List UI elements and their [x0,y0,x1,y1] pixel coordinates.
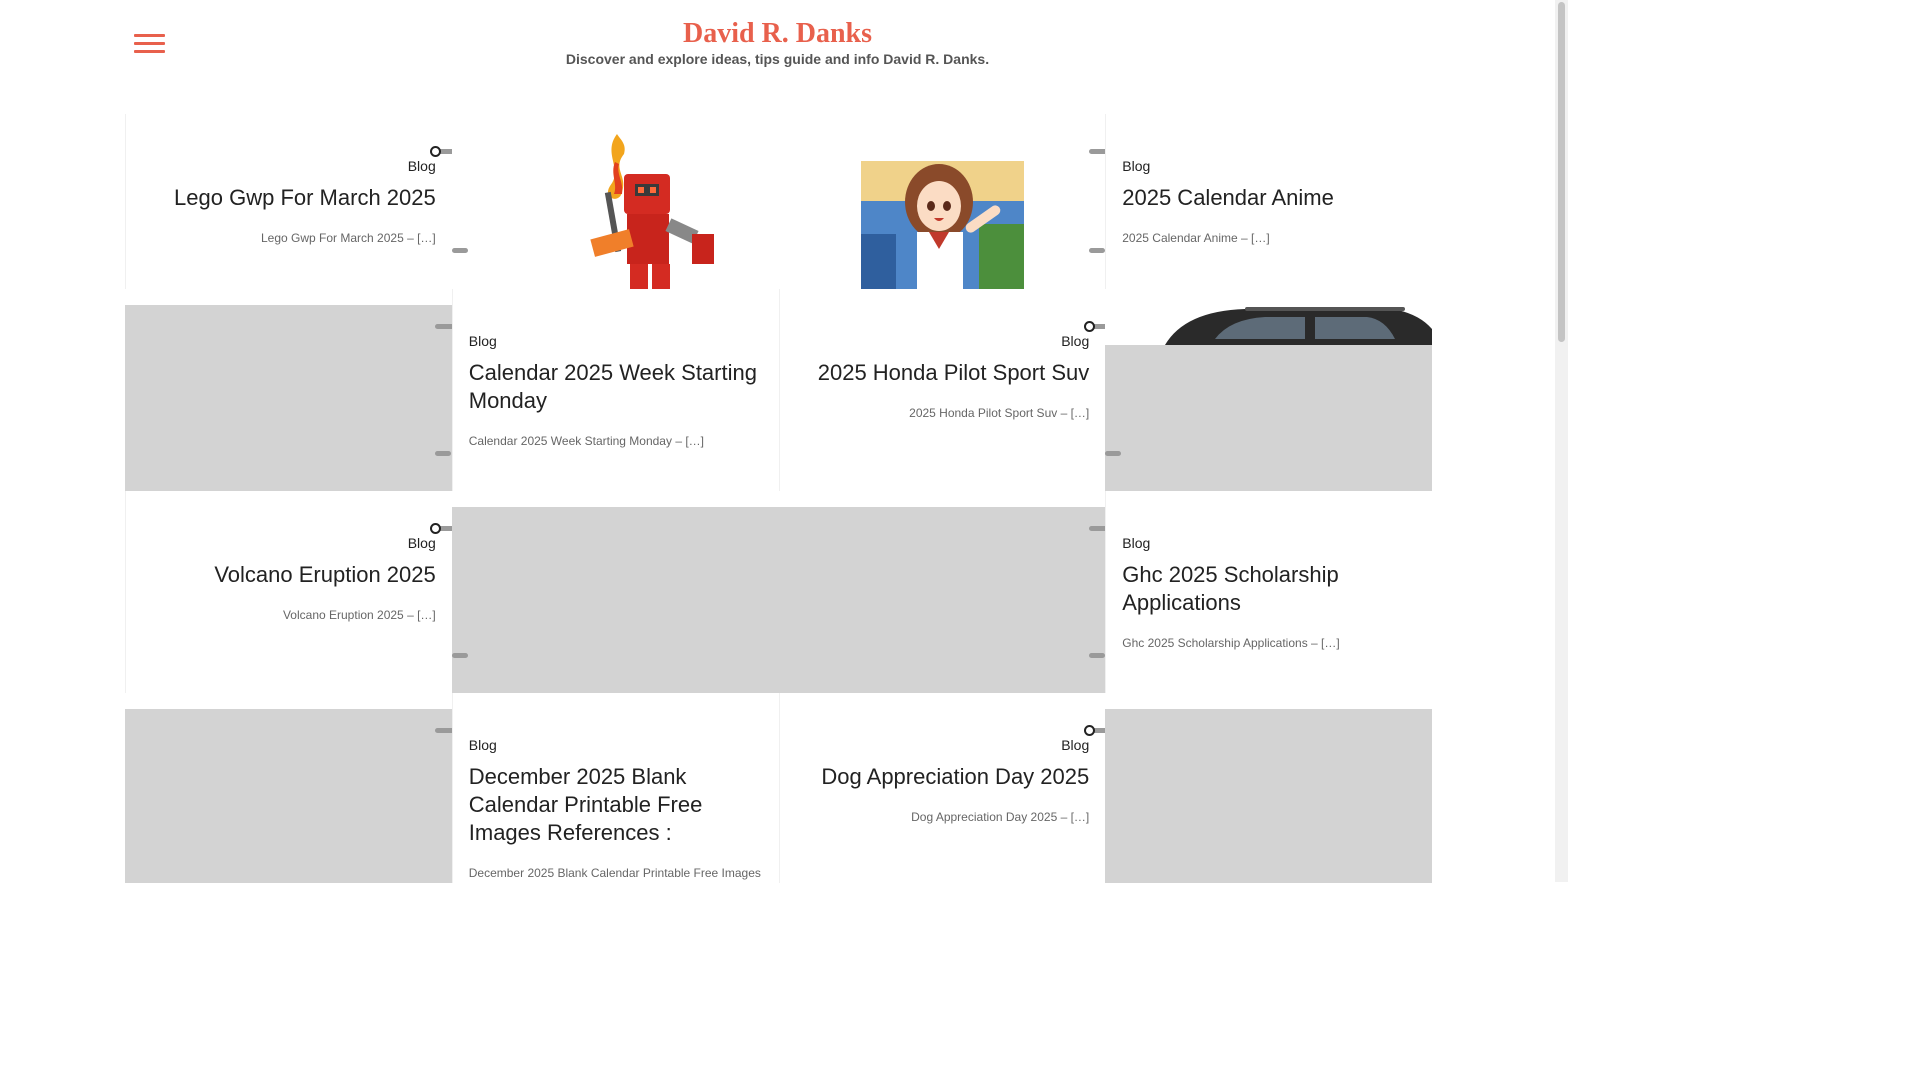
post-category[interactable]: Blog [142,535,436,551]
post-category[interactable]: Blog [1122,535,1416,551]
post-category[interactable]: Blog [1122,158,1416,174]
post-title[interactable]: 2025 Honda Pilot Sport Suv [796,359,1090,387]
post-thumbnail-ghc-scholarship[interactable] [778,491,1106,693]
post-title[interactable]: Dog Appreciation Day 2025 [796,763,1089,791]
post-card-lego-gwp: Blog Lego Gwp For March 2025 Lego Gwp Fo… [125,114,452,289]
post-title[interactable]: Ghc 2025 Scholarship Applications [1122,561,1416,617]
site-title[interactable]: David R. Danks [0,18,1555,50]
post-title[interactable]: Calendar 2025 Week Starting Monday [469,359,763,415]
post-card-calendar-anime: Blog 2025 Calendar Anime 2025 Calendar A… [1105,114,1432,289]
post-category[interactable]: Blog [796,737,1089,753]
post-thumbnail-anime[interactable] [778,114,1106,289]
post-card-ghc-scholarship: Blog Ghc 2025 Scholarship Applications G… [1105,491,1432,693]
post-category[interactable]: Blog [469,737,763,753]
post-card-honda-pilot: Blog 2025 Honda Pilot Sport Suv 2025 Hon… [778,289,1106,491]
post-thumbnail-lego[interactable] [451,114,779,289]
post-category[interactable]: Blog [142,158,436,174]
toggle-control[interactable] [435,321,452,331]
post-excerpt: Volcano Eruption 2025 – […] [282,608,436,622]
scrollbar-thumb[interactable] [1558,2,1565,342]
post-excerpt: 2025 Calendar Anime – […] [1122,231,1270,245]
post-card-december-calendar: Blog December 2025 Blank Calendar Printa… [451,693,779,883]
post-title[interactable]: Volcano Eruption 2025 [142,561,435,589]
post-thumbnail-dog-appreciation[interactable] [1105,693,1432,883]
toggle-control[interactable] [1083,725,1106,736]
post-thumbnail-december-calendar[interactable] [125,693,452,883]
post-category[interactable]: Blog [796,333,1089,349]
toggle-control[interactable] [1088,523,1106,533]
toggle-control[interactable] [430,523,452,534]
suv-car-image [1105,289,1432,491]
post-excerpt: Ghc 2025 Scholarship Applications – […] [1122,636,1340,650]
post-grid: Blog Lego Gwp For March 2025 Lego Gwp Fo… [125,114,1432,883]
toggle-control[interactable] [430,146,452,157]
post-title[interactable]: 2025 Calendar Anime [1122,184,1416,212]
lego-robot-image [451,114,779,289]
anime-girl-image [778,114,1106,289]
post-card-volcano: Blog Volcano Eruption 2025 Volcano Erupt… [125,491,452,693]
toggle-control[interactable] [435,725,452,735]
site-header: David R. Danks Discover and explore idea… [0,0,1555,100]
post-thumbnail-honda-pilot[interactable] [1105,289,1432,491]
post-title[interactable]: December 2025 Blank Calendar Printable F… [469,763,763,847]
post-card-calendar-week: Blog Calendar 2025 Week Starting Monday … [451,289,779,491]
toggle-control[interactable] [1083,321,1106,332]
page-scrollbar[interactable] [1555,0,1568,882]
post-excerpt: 2025 Honda Pilot Sport Suv – […] [909,406,1090,420]
site-tagline: Discover and explore ideas, tips guide a… [565,51,990,67]
post-excerpt: Lego Gwp For March 2025 – […] [261,231,436,245]
post-thumbnail-calendar-week[interactable] [125,289,452,491]
post-excerpt: December 2025 Blank Calendar Printable F… [468,866,761,880]
post-excerpt: Calendar 2025 Week Starting Monday – […] [468,434,704,448]
post-excerpt: Dog Appreciation Day 2025 – […] [911,810,1090,824]
post-category[interactable]: Blog [469,333,763,349]
post-card-dog-appreciation: Blog Dog Appreciation Day 2025 Dog Appre… [778,693,1106,883]
post-thumbnail-volcano[interactable] [451,491,779,693]
toggle-control[interactable] [1088,146,1106,156]
post-title[interactable]: Lego Gwp For March 2025 [142,184,436,212]
